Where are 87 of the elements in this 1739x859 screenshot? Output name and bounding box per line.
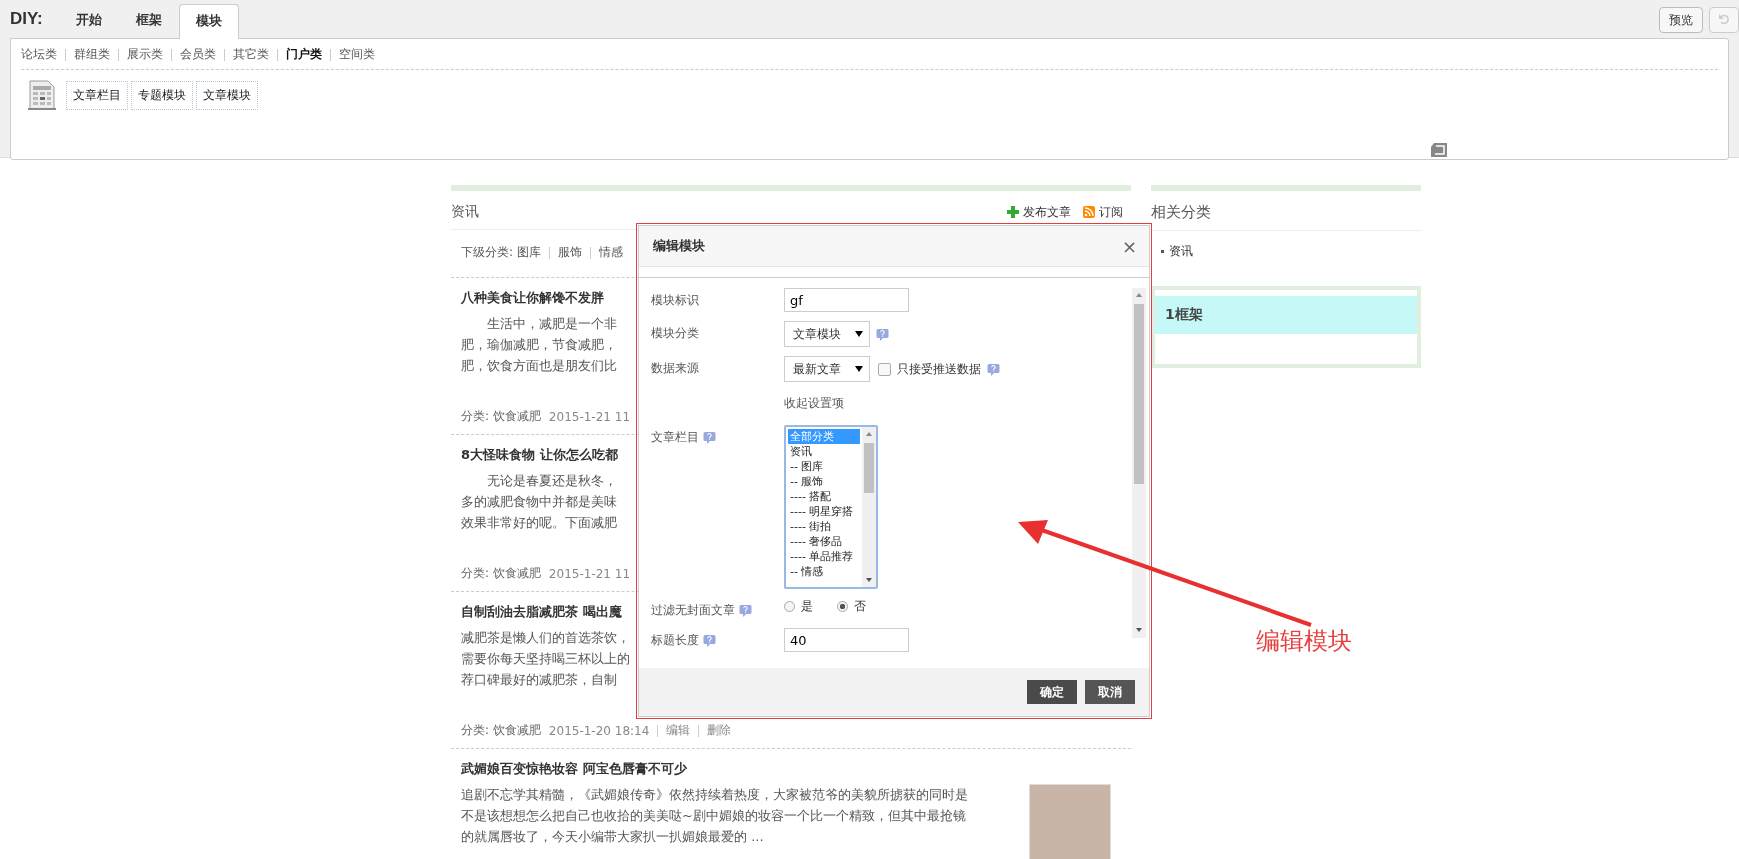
list-option[interactable]: ---- 单品推荐 (788, 549, 860, 564)
category-link[interactable]: 群组类 (74, 46, 110, 63)
list-option[interactable]: -- 服饰 (788, 474, 860, 489)
subcategory-link[interactable]: 图库 (517, 244, 542, 261)
rss-icon (1083, 206, 1095, 218)
radio-button[interactable] (837, 601, 848, 612)
article-text: 效果非常好的呢。下面减肥 (461, 514, 617, 532)
module-button[interactable]: 文章栏目 (66, 80, 128, 110)
category-link[interactable]: 门户类 (286, 46, 322, 63)
diy-title: DIY: (10, 9, 43, 30)
list-option[interactable]: -- 情感 (788, 564, 860, 579)
category-link[interactable]: 其它类 (233, 46, 269, 63)
category-link[interactable]: 空间类 (339, 46, 375, 63)
field-label: 模块标识 (651, 292, 699, 309)
article-date: 2015-1-20 18:14 (548, 723, 650, 738)
article-text: 肥，瑜伽减肥，节食减肥， (461, 336, 617, 354)
document-icon (27, 80, 57, 110)
confirm-button[interactable]: 确定 (1027, 680, 1077, 704)
list-option[interactable]: ---- 街拍 (788, 519, 860, 534)
article-action-link[interactable]: 删除 (707, 722, 732, 739)
article-text: 需要你每天坚持喝三杯以上的 (461, 650, 630, 668)
undo-icon (1718, 12, 1730, 25)
field-label: 标题长度 (651, 632, 699, 649)
tab[interactable]: 模块 (178, 4, 239, 39)
article-text: 追剧不忘学其精髓，《武媚娘传奇》依然持续着热度，大家被范爷的美貌所掳获的同时是 (461, 786, 968, 804)
list-option[interactable]: -- 图库 (788, 459, 860, 474)
dialog-title: 编辑模块 (653, 237, 705, 255)
field-label: 模块分类 (651, 325, 699, 342)
preview-button[interactable]: 预览 (1659, 7, 1703, 33)
category-listbox[interactable]: 全部分类 资讯 -- 图库 -- 服饰 ---- 搭配 ---- 明星穿搭 ---- 街拍 ---- 奢侈品 ---- 单品推荐 -- 情感 (784, 425, 878, 589)
sidebar-title: 相关分类 (1151, 191, 1421, 231)
radio-label: 是 (801, 598, 813, 615)
action-link[interactable]: 订阅 (1099, 203, 1123, 221)
field-label: 过滤无封面文章 (651, 602, 735, 619)
article-text: 多的减肥食物中并都是美味 (461, 493, 617, 511)
article-category: 分类: 饮食减肥 (461, 722, 541, 739)
subcategory-link[interactable]: 情感 (599, 244, 624, 261)
article-text: 肥，饮食方面也是朋友们比 (461, 357, 617, 375)
article-text: 减肥茶是懒人们的首选茶饮， (461, 629, 630, 647)
category-link[interactable]: 论坛类 (21, 46, 57, 63)
tab[interactable]: 开始 (58, 3, 119, 38)
article-text: 的就属唇妆了，今天小编带大家扒一扒媚娘最爱的 ... (461, 828, 765, 846)
section-title: 资讯 (451, 203, 479, 221)
annotation-text: 编辑模块 (1256, 626, 1352, 657)
list-option[interactable]: ---- 明星穿搭 (788, 504, 860, 519)
article-category: 分类: 饮食减肥 (461, 565, 541, 582)
article-action-link[interactable]: 编辑 (666, 722, 691, 739)
plus-icon (1007, 206, 1019, 218)
list-option[interactable]: 资讯 (788, 444, 860, 459)
dropdown[interactable]: 文章模块 (784, 321, 870, 347)
category-link[interactable]: 展示类 (127, 46, 163, 63)
checkbox-label: 只接受推送数据 (897, 360, 981, 378)
module-button[interactable]: 专题模块 (131, 80, 193, 110)
radio-button[interactable] (784, 601, 795, 612)
dropdown[interactable]: 最新文章 (784, 356, 870, 382)
checkbox[interactable] (878, 362, 891, 376)
cancel-button[interactable]: 取消 (1085, 680, 1135, 704)
action-link[interactable]: 发布文章 (1023, 203, 1071, 221)
article-text: 生活中，减肥是一个非 (486, 315, 617, 333)
frame-title: 1框架 (1155, 296, 1417, 334)
scrollbar-icon (1132, 288, 1146, 638)
undo-button[interactable] (1709, 7, 1739, 33)
article-text: 荐口碑最好的减肥茶，自制 (461, 671, 618, 689)
article-date: 2015-1-21 11 (548, 409, 631, 424)
sidebar-link[interactable]: 资讯 (1169, 243, 1193, 260)
article-text: 无论是春夏还是秋冬， (486, 472, 617, 490)
article-date: 2015-1-21 11 (548, 566, 631, 581)
toggle-link[interactable]: 收起设置项 (784, 391, 844, 416)
module-button[interactable]: 文章模块 (196, 80, 258, 110)
text-field[interactable]: 40 (784, 628, 909, 652)
article-title[interactable]: 武媚娘百变惊艳妆容 阿宝色唇膏不可少 (461, 760, 1121, 778)
subcategory-label: 下级分类: (461, 244, 514, 261)
scrollbar-icon (862, 427, 876, 587)
field-label: 数据来源 (651, 360, 699, 377)
article-text: 不是该想想怎么把自己也收拾的美美哒~剧中媚娘的妆容一个比一个精致，但其中最抢镜 (461, 807, 967, 825)
text-field[interactable]: gf (784, 288, 909, 312)
caret-icon (855, 366, 863, 372)
tab[interactable]: 框架 (118, 3, 179, 38)
article-category: 分类: 饮食减肥 (461, 408, 541, 425)
radio-label: 否 (854, 598, 866, 615)
field-label: 文章栏目 (651, 429, 699, 446)
close-button[interactable]: × (1121, 235, 1137, 257)
subcategory-link[interactable]: 服饰 (558, 244, 583, 261)
list-option[interactable]: ---- 奢侈品 (788, 534, 860, 549)
caret-icon (855, 331, 863, 337)
category-link[interactable]: 会员类 (180, 46, 216, 63)
list-option[interactable]: ---- 搭配 (788, 489, 860, 504)
